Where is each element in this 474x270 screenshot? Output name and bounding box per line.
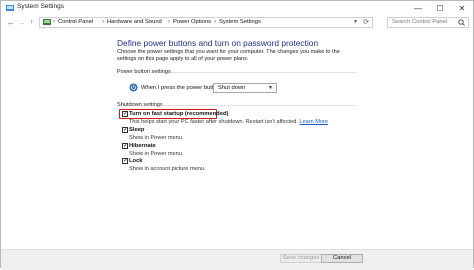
control-panel-icon	[43, 19, 51, 25]
window-title: System Settings	[17, 3, 64, 10]
section-divider	[161, 105, 357, 106]
breadcrumb-separator: ›	[53, 19, 55, 25]
fast-startup-checkbox[interactable]: ✓	[122, 111, 128, 117]
power-button-action-select[interactable]: Shut down ▼	[213, 83, 277, 93]
maximize-button[interactable]: ☐	[429, 1, 451, 16]
search-icon	[458, 19, 465, 26]
lock-label[interactable]: Lock	[129, 158, 143, 164]
fast-startup-desc-text: This helps start your PC faster after sh…	[129, 119, 298, 125]
minimize-button[interactable]: —	[407, 1, 429, 16]
up-button[interactable]: ↑	[30, 17, 34, 29]
page-title: Define power buttons and turn on passwor…	[117, 38, 319, 48]
system-settings-window: System Settings — ☐ ✕ ← → ↑ › Control Pa…	[0, 0, 474, 270]
forward-button[interactable]: →	[18, 17, 26, 29]
hibernate-description: Show in Power menu.	[129, 151, 184, 157]
chevron-down-icon[interactable]: ▼	[353, 18, 358, 27]
sleep-description: Show in Power menu.	[129, 135, 184, 141]
footer-bar: Save changes Cancel	[1, 249, 473, 270]
control-panel-icon	[6, 5, 14, 11]
page-intro: Choose the power settings that you want …	[117, 49, 340, 62]
refresh-icon[interactable]: ⟳	[363, 18, 369, 27]
sleep-checkbox[interactable]: ✓	[122, 127, 128, 133]
breadcrumb-power-options[interactable]: Power Options	[173, 18, 211, 27]
search-input[interactable]: Search Control Panel	[387, 17, 469, 28]
navigation-bar: ← → ↑ › Control Panel › Hardware and Sou…	[1, 16, 473, 30]
address-bar[interactable]: › Control Panel › Hardware and Sound › P…	[39, 17, 373, 28]
learn-more-link[interactable]: Learn More	[299, 119, 328, 125]
sleep-label[interactable]: Sleep	[129, 127, 144, 133]
title-bar: System Settings — ☐ ✕	[1, 1, 473, 16]
breadcrumb-hardware-and-sound[interactable]: Hardware and Sound	[107, 18, 162, 27]
section-divider	[171, 72, 357, 73]
breadcrumb-system-settings[interactable]: System Settings	[219, 18, 261, 27]
power-button-section-label: Power button settings	[117, 69, 171, 75]
fast-startup-description: This helps start your PC faster after sh…	[129, 119, 328, 125]
chevron-down-icon: ▼	[268, 85, 273, 91]
search-placeholder: Search Control Panel	[392, 19, 448, 25]
fast-startup-label[interactable]: Turn on fast startup (recommended)	[129, 111, 228, 117]
breadcrumb-separator: ›	[168, 19, 170, 25]
breadcrumb-control-panel[interactable]: Control Panel	[58, 18, 93, 27]
breadcrumb-separator: ›	[214, 19, 216, 25]
power-button-label: When I press the power button:	[141, 85, 222, 91]
lock-checkbox[interactable]: ✓	[122, 158, 128, 164]
cancel-button[interactable]: Cancel	[321, 254, 363, 263]
hibernate-checkbox[interactable]: ✓	[122, 143, 128, 149]
close-button[interactable]: ✕	[451, 1, 473, 16]
save-changes-button[interactable]: Save changes	[280, 254, 322, 263]
back-button[interactable]: ←	[7, 17, 15, 29]
power-button-action-value: Shut down	[218, 85, 246, 91]
shutdown-section-label: Shutdown settings	[117, 102, 163, 108]
lock-description: Show in account picture menu.	[129, 166, 206, 172]
power-icon	[129, 83, 138, 92]
hibernate-label[interactable]: Hibernate	[129, 143, 156, 149]
breadcrumb-separator: ›	[102, 19, 104, 25]
